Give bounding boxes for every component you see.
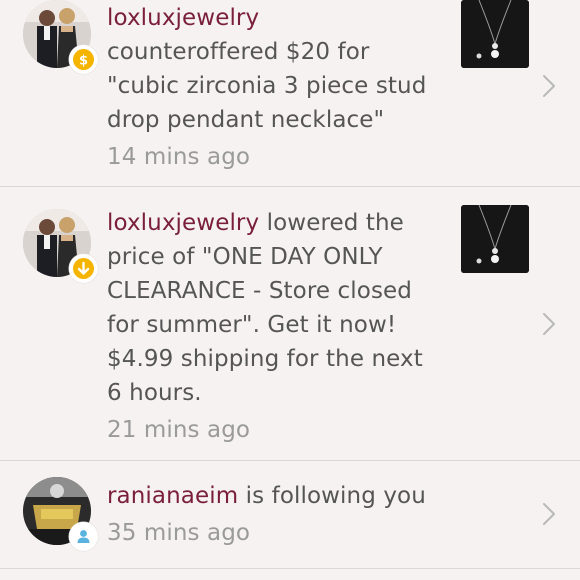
message-text: lowered the xyxy=(259,210,404,236)
arrow-down-icon xyxy=(73,258,94,279)
timestamp: 14 mins ago xyxy=(107,144,251,170)
notification-item[interactable]: loxluxjewelry lowered the price of "ONE … xyxy=(0,187,580,461)
avatar-wrap[interactable] xyxy=(23,209,98,283)
message-line: price of "ONE DAY ONLY xyxy=(107,244,383,270)
message-line: 6 hours. xyxy=(107,380,202,406)
username-link[interactable]: loxluxjewelry xyxy=(107,5,259,31)
chevron-right-icon[interactable] xyxy=(541,311,557,337)
avatar-wrap[interactable]: $ xyxy=(23,0,98,74)
message-line: for summer". Get it now! xyxy=(107,312,397,338)
notification-item[interactable]: $ loxluxjewelry counteroffered $20 for "… xyxy=(0,0,580,187)
product-thumbnail[interactable] xyxy=(461,0,529,68)
timestamp: 21 mins ago xyxy=(107,417,251,443)
badge xyxy=(69,522,98,551)
chevron-right-icon[interactable] xyxy=(541,73,557,99)
notification-text: loxluxjewelry lowered the price of "ONE … xyxy=(107,206,447,447)
message-line: drop pendant necklace" xyxy=(107,107,385,133)
timestamp: 35 mins ago xyxy=(107,520,251,546)
username-link[interactable]: loxluxjewelry xyxy=(107,210,259,236)
message-line: $4.99 shipping for the next xyxy=(107,346,423,372)
person-icon xyxy=(73,526,94,547)
product-thumbnail[interactable] xyxy=(461,205,529,273)
notification-feed: $ loxluxjewelry counteroffered $20 for "… xyxy=(0,0,580,580)
message-line: counteroffered $20 for xyxy=(107,39,370,65)
message-line: "cubic zirconia 3 piece stud xyxy=(107,73,427,99)
notification-text: loxluxjewelry counteroffered $20 for "cu… xyxy=(107,1,447,174)
avatar-wrap[interactable] xyxy=(23,477,98,551)
username-link[interactable]: ranianaeim xyxy=(107,483,238,509)
message-line: CLEARANCE - Store closed xyxy=(107,278,412,304)
chevron-right-icon[interactable] xyxy=(541,501,557,527)
badge xyxy=(69,254,98,283)
message-text: is following you xyxy=(238,483,426,509)
notification-item[interactable]: ranianaeim is following you 35 mins ago xyxy=(0,461,580,569)
dollar-icon: $ xyxy=(73,49,94,70)
svg-text:$: $ xyxy=(79,54,88,69)
badge: $ xyxy=(69,45,98,74)
notification-text: ranianaeim is following you 35 mins ago xyxy=(107,479,447,550)
